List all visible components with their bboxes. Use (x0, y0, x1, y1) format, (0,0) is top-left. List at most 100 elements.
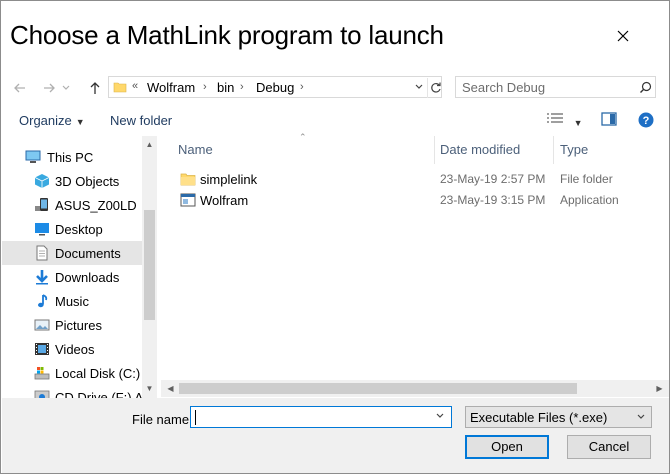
help-icon: ? (638, 112, 654, 128)
sidebar-item-label: This PC (47, 150, 94, 165)
scrollbar-thumb[interactable] (179, 383, 577, 394)
file-row-simplelink[interactable]: simplelink 23-May-19 2:57 PM File folder (166, 169, 669, 189)
folder-icon (113, 82, 127, 93)
disk-icon (34, 367, 50, 380)
close-button[interactable] (612, 25, 634, 47)
chevron-down-icon (637, 414, 645, 419)
back-arrow-icon (14, 83, 25, 93)
chevron-down-icon (436, 413, 444, 418)
file-name-dropdown-button[interactable] (435, 410, 445, 425)
music-icon (38, 294, 48, 308)
chevron-down-icon (62, 85, 70, 90)
scrollbar-thumb[interactable] (144, 210, 155, 320)
svg-text:?: ? (643, 115, 650, 127)
breadcrumb-separator-icon[interactable]: › (203, 81, 207, 93)
application-icon (180, 193, 196, 207)
help-button[interactable]: ? (638, 112, 654, 131)
sidebar-item-cd-drive[interactable]: CD Drive (F:) ASU (2, 385, 157, 398)
sidebar-item-asus-z00ld[interactable]: ASUS_Z00LD (2, 193, 142, 217)
breadcrumb-bin[interactable]: bin (217, 80, 234, 95)
file-type-filter-value: Executable Files (*.exe) (470, 410, 608, 425)
preview-pane-icon (601, 112, 617, 126)
search-icon[interactable] (639, 81, 652, 94)
sidebar-item-label: Downloads (55, 270, 120, 285)
file-name-label: File name: (132, 412, 193, 427)
sidebar-item-downloads[interactable]: Downloads (2, 265, 142, 289)
file-name-combobox[interactable] (190, 406, 452, 428)
view-options-button[interactable]: ▼ (546, 112, 583, 129)
breadcrumb-wolfram[interactable]: Wolfram (147, 80, 195, 95)
sidebar-item-desktop[interactable]: Desktop (2, 217, 142, 241)
sidebar-item-music[interactable]: Music (2, 289, 142, 313)
phone-icon (35, 198, 48, 211)
cancel-button[interactable]: Cancel (567, 435, 651, 459)
sidebar-item-documents[interactable]: Documents (2, 241, 142, 265)
open-button[interactable]: Open (465, 435, 549, 459)
caret-down-icon: ▼ (75, 117, 85, 127)
file-type-filter-select[interactable]: Executable Files (*.exe) (465, 406, 652, 428)
dialog-window: Choose a MathLink program to launch « Wo… (0, 0, 670, 474)
recent-locations-button[interactable] (59, 78, 73, 98)
up-arrow-icon (90, 82, 100, 94)
column-header-date-modified[interactable]: Date modified (440, 142, 520, 157)
sidebar-item-label: Local Disk (C:) (55, 366, 141, 381)
filter-dropdown-button[interactable] (636, 411, 646, 426)
forward-button[interactable] (38, 78, 60, 98)
column-header-type[interactable]: Type (560, 142, 588, 157)
address-bar[interactable]: « Wolfram › bin › Debug › (108, 76, 442, 98)
navigation-pane: This PC 3D Objects ASUS_Z00LD Desktop Do… (2, 136, 157, 398)
scroll-left-icon[interactable]: ◀ (163, 380, 178, 397)
breadcrumb-debug[interactable]: Debug (256, 80, 294, 95)
documents-icon (36, 245, 48, 261)
dialog-title: Choose a MathLink program to launch (10, 20, 444, 50)
file-type: File folder (560, 172, 613, 186)
sidebar-item-this-pc[interactable]: This PC (2, 145, 142, 169)
chevron-down-icon (415, 84, 423, 89)
text-caret (195, 410, 196, 425)
refresh-button[interactable] (427, 78, 444, 98)
file-row-wolfram[interactable]: Wolfram 23-May-19 3:15 PM Application (166, 190, 669, 210)
column-divider[interactable] (553, 136, 554, 164)
scroll-right-icon[interactable]: ▶ (652, 380, 667, 397)
organize-button[interactable]: Organize ▼ (19, 113, 85, 128)
sidebar-item-label: 3D Objects (55, 174, 120, 189)
3d-objects-icon (34, 174, 50, 188)
scroll-down-icon[interactable]: ▼ (142, 382, 157, 396)
file-date: 23-May-19 2:57 PM (440, 172, 546, 186)
new-folder-button[interactable]: New folder (110, 113, 172, 128)
refresh-icon (431, 82, 441, 93)
column-header-name[interactable]: Name (178, 142, 213, 157)
details-view-icon (547, 113, 563, 123)
sidebar-scrollbar[interactable]: ▲ ▼ (142, 136, 157, 398)
breadcrumb-separator-icon[interactable]: › (240, 81, 244, 93)
sidebar-item-videos[interactable]: Videos (2, 337, 142, 361)
sidebar-item-local-disk[interactable]: Local Disk (C:) (2, 361, 142, 385)
sort-ascending-icon: ⌃ (299, 132, 307, 142)
sidebar-item-3d-objects[interactable]: 3D Objects (2, 169, 142, 193)
scroll-up-icon[interactable]: ▲ (142, 138, 157, 152)
desktop-icon (35, 223, 49, 236)
search-box[interactable] (455, 76, 656, 98)
cd-drive-icon (34, 390, 50, 398)
file-name: simplelink (200, 172, 258, 187)
column-divider[interactable] (434, 136, 435, 164)
address-dropdown-button[interactable] (412, 79, 426, 98)
preview-pane-button[interactable] (601, 112, 617, 129)
folder-icon (180, 173, 196, 186)
file-type: Application (560, 193, 619, 207)
sidebar-item-label: ASUS_Z00LD (55, 198, 137, 213)
forward-arrow-icon (44, 83, 55, 93)
sidebar-item-pictures[interactable]: Pictures (2, 313, 142, 337)
file-name-input[interactable] (195, 409, 427, 425)
dialog-footer: File name: Executable Files (*.exe) Open… (2, 398, 669, 473)
organize-label: Organize (19, 113, 72, 128)
up-button[interactable] (84, 78, 106, 98)
caret-down-icon: ▼ (573, 118, 583, 128)
file-list-horizontal-scrollbar[interactable]: ◀ ▶ (161, 380, 669, 397)
breadcrumb-overflow[interactable]: « (132, 80, 138, 92)
breadcrumb-separator-icon[interactable]: › (300, 81, 304, 93)
back-button[interactable] (9, 78, 31, 98)
search-input[interactable] (462, 79, 632, 95)
sidebar-item-label: Music (55, 294, 89, 309)
file-date: 23-May-19 3:15 PM (440, 193, 546, 207)
